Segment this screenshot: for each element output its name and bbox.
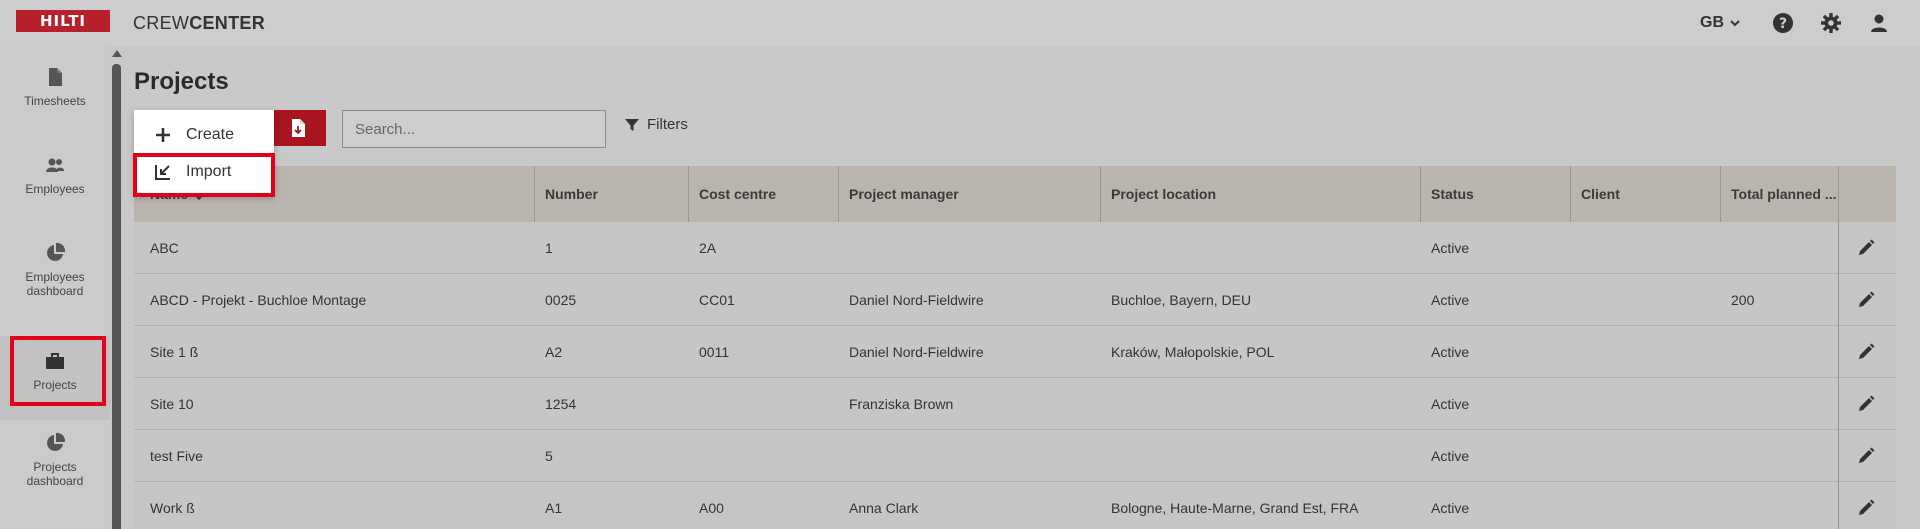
table-row[interactable]: ABCD - Projekt - Buchloe Montage 0025 CC… <box>134 274 1896 326</box>
table-header: Name Number Cost centre Project manager … <box>134 166 1896 222</box>
file-export-icon <box>292 119 305 137</box>
sidebar-item-timesheets[interactable]: Timesheets <box>0 66 110 108</box>
cell-status: Active <box>1431 292 1470 308</box>
column-header-project-manager[interactable]: Project manager <box>838 166 1100 222</box>
user-icon[interactable] <box>1868 12 1890 34</box>
cell-status: Active <box>1431 344 1470 360</box>
sidebar-scrollbar[interactable] <box>112 64 121 529</box>
search-input[interactable] <box>342 110 606 148</box>
projects-table: Name Number Cost centre Project manager … <box>134 166 1896 529</box>
cell-name: Site 1 ß <box>150 344 199 360</box>
sidebar-item-projects-dashboard[interactable]: Projects dashboard <box>0 432 110 488</box>
projects-highlight-box <box>10 336 106 406</box>
help-icon[interactable]: ? <box>1772 12 1794 34</box>
cell-status: Active <box>1431 240 1470 256</box>
people-icon <box>46 158 64 172</box>
cell-number: 5 <box>545 448 553 464</box>
cell-project-location: Kraków, Małopolskie, POL <box>1111 344 1275 360</box>
cell-project-manager: Daniel Nord-Fieldwire <box>849 344 984 360</box>
import-highlight-box <box>133 153 275 197</box>
cell-name: ABC <box>150 240 179 256</box>
cell-cost-centre: A00 <box>699 500 724 516</box>
page-title: Projects <box>134 68 229 95</box>
cell-project-location: Bologne, Haute-Marne, Grand Est, FRA <box>1111 500 1359 516</box>
cell-number: A2 <box>545 344 563 360</box>
menu-item-create[interactable]: Create <box>134 117 274 153</box>
sidebar-item-employees-dashboard[interactable]: Employees dashboard <box>0 242 110 298</box>
language-selector[interactable]: GB <box>1700 14 1741 32</box>
column-header-project-location[interactable]: Project location <box>1100 166 1420 222</box>
cell-name: ABCD - Projekt - Buchloe Montage <box>150 292 367 308</box>
cell-project-manager: Daniel Nord-Fieldwire <box>849 292 984 308</box>
cell-number: A1 <box>545 500 563 516</box>
column-header-cost-centre[interactable]: Cost centre <box>688 166 838 222</box>
cell-cost-centre: 0011 <box>699 344 730 360</box>
app-name: CREWCENTER <box>133 13 266 33</box>
table-row[interactable]: test Five 5 Active <box>134 430 1896 482</box>
column-header-status[interactable]: Status <box>1420 166 1570 222</box>
gear-icon[interactable] <box>1820 12 1842 34</box>
sidebar: Timesheets Employees Employees dashboard… <box>0 46 110 529</box>
sidebar-item-employees[interactable]: Employees <box>0 154 110 196</box>
top-bar: HILTI CREWCENTER GB ? <box>0 0 1920 46</box>
document-icon <box>49 68 62 86</box>
plus-icon <box>156 128 170 142</box>
cell-name: test Five <box>150 448 203 464</box>
column-header-client[interactable]: Client <box>1570 166 1720 222</box>
cell-name: Work ß <box>150 500 195 516</box>
scroll-up-arrow[interactable] <box>112 50 122 57</box>
export-button[interactable] <box>272 110 326 146</box>
cell-project-manager: Anna Clark <box>849 500 919 516</box>
cell-status: Active <box>1431 500 1470 516</box>
cell-number: 1254 <box>545 396 577 412</box>
svg-text:?: ? <box>1779 16 1787 32</box>
cell-number: 1 <box>545 240 553 256</box>
pie-chart-icon <box>47 432 66 451</box>
column-header-total-planned[interactable]: Total planned ... <box>1720 166 1838 222</box>
pie-chart-icon <box>47 242 66 261</box>
cell-name: Site 10 <box>150 396 194 412</box>
table-row[interactable]: Work ß A1 A00 Anna Clark Bologne, Haute-… <box>134 482 1896 529</box>
hilti-logo[interactable]: HILTI <box>16 10 110 32</box>
cell-number: 0025 <box>545 292 577 308</box>
chevron-down-icon <box>1730 20 1740 27</box>
table-row[interactable]: Site 1 ß A2 0011 Daniel Nord-Fieldwire K… <box>134 326 1896 378</box>
cell-total-planned: 200 <box>1731 292 1755 308</box>
table-row[interactable]: Site 10 1254 Franziska Brown Active <box>134 378 1896 430</box>
cell-project-location: Buchloe, Bayern, DEU <box>1111 292 1252 308</box>
filter-icon <box>625 118 639 131</box>
cell-cost-centre: CC01 <box>699 292 735 308</box>
cell-project-manager: Franziska Brown <box>849 396 954 412</box>
cell-status: Active <box>1431 396 1470 412</box>
actions-column <box>1838 166 1896 529</box>
cell-status: Active <box>1431 448 1470 464</box>
column-header-number[interactable]: Number <box>534 166 688 222</box>
filters-button[interactable]: Filters <box>625 116 688 133</box>
table-row[interactable]: ABC 1 2A Active <box>134 222 1896 274</box>
cell-cost-centre: 2A <box>699 240 717 256</box>
